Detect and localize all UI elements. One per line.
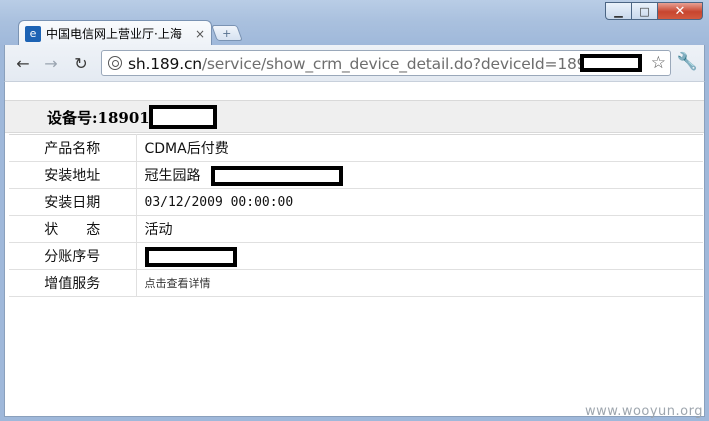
product-name-label: 产品名称	[9, 134, 137, 162]
tab-close-icon[interactable]: ×	[195, 27, 205, 41]
watermark: www.wooyun.org	[584, 404, 703, 419]
device-detail-table: 产品名称 CDMA后付费 安装地址 冠生园路 安装日期 03/12/2009 0…	[9, 134, 703, 297]
redaction-box	[149, 105, 217, 129]
install-date-label: 安装日期	[9, 188, 137, 216]
account-sequence-label: 分账序号	[9, 242, 137, 270]
redaction-box	[210, 166, 343, 186]
table-row: 产品名称 CDMA后付费	[9, 134, 703, 162]
account-sequence-cell	[136, 242, 703, 270]
table-row: 分账序号	[9, 242, 703, 270]
telecom-favicon-icon: e	[25, 25, 41, 42]
plus-icon: +	[222, 26, 232, 40]
reload-button[interactable]: ↻	[71, 53, 91, 73]
redaction-box	[144, 247, 237, 267]
device-number-title: 设备号:18901	[47, 109, 150, 127]
wrench-menu-icon[interactable]: 🔧	[677, 52, 698, 72]
bookmark-star-icon[interactable]: ☆	[651, 53, 666, 73]
redaction-box	[580, 54, 642, 72]
url-host: sh.189.cn	[128, 55, 202, 73]
new-tab-button[interactable]: +	[211, 25, 243, 41]
close-window-button[interactable]: ✕	[657, 2, 703, 20]
device-header: 设备号:18901	[5, 100, 704, 133]
table-row: 安装日期 03/12/2009 00:00:00	[9, 188, 703, 216]
maximize-button[interactable]: □	[631, 2, 658, 20]
table-row: 状 态 活动	[9, 215, 703, 243]
table-row: 增值服务 点击查看详情	[9, 269, 703, 297]
tab-title: 中国电信网上营业厅·上海	[46, 27, 182, 41]
browser-tab[interactable]: e 中国电信网上营业厅·上海 ×	[18, 20, 212, 46]
view-details-link[interactable]: 点击查看详情	[145, 277, 211, 290]
url-text[interactable]: sh.189.cn/service/show_crm_device_detail…	[128, 55, 606, 73]
value-added-service-label: 增值服务	[9, 269, 137, 297]
install-date-value: 03/12/2009 00:00:00	[136, 188, 703, 216]
product-name-value: CDMA后付费	[136, 134, 703, 162]
back-button[interactable]: ←	[13, 53, 33, 73]
table-row: 安装地址 冠生园路	[9, 161, 703, 189]
page-content: 设备号:18901 产品名称 CDMA后付费 安装地址 冠生园路 安装日期 03…	[4, 81, 705, 417]
page-icon	[108, 56, 122, 70]
minimize-button[interactable]: ▁	[605, 2, 632, 20]
url-path: /service/show_crm_device_detail.do?devic…	[201, 55, 606, 73]
status-label: 状 态	[9, 215, 137, 243]
forward-button[interactable]: →	[41, 53, 61, 73]
value-added-service-cell: 点击查看详情	[136, 269, 703, 297]
window-controls: ▁ □ ✕	[605, 2, 703, 20]
install-address-value: 冠生园路	[144, 168, 201, 184]
status-value: 活动	[136, 215, 703, 243]
address-bar[interactable]: sh.189.cn/service/show_crm_device_detail…	[101, 50, 671, 76]
browser-window: ▁ □ ✕ e 中国电信网上营业厅·上海 × + ← → ↻ sh.189.cn…	[0, 0, 709, 421]
install-address-label: 安装地址	[9, 161, 137, 189]
browser-toolbar: ← → ↻ sh.189.cn/service/show_crm_device_…	[4, 45, 705, 81]
install-address-cell: 冠生园路	[136, 161, 703, 189]
